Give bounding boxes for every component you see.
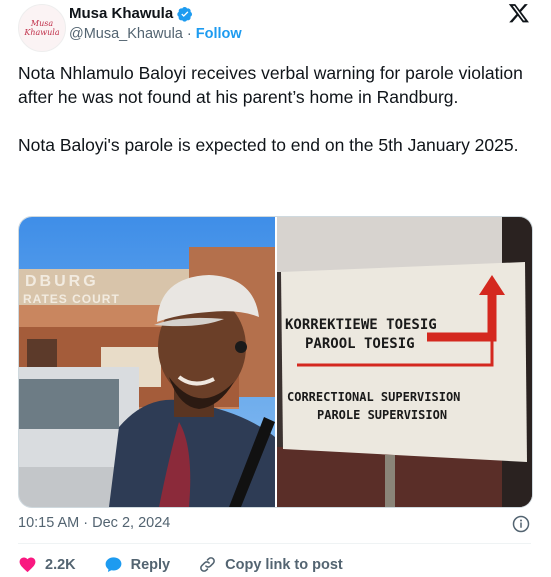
author-handle-row: @Musa_Khawula · Follow (69, 26, 242, 42)
tweet-paragraph-1: Nota Nhlamulo Baloyi receives verbal war… (18, 63, 523, 107)
verified-badge-icon (177, 6, 193, 22)
x-logo-icon[interactable] (508, 2, 530, 24)
sign-line-3: CORRECTIONAL SUPERVISION (287, 390, 460, 404)
reply-icon (105, 557, 122, 573)
link-icon (200, 557, 216, 572)
reply-button[interactable]: Reply (104, 555, 171, 574)
sign-line-4: PAROLE SUPERVISION (317, 408, 447, 422)
court-sign-line-1: DBURG (25, 273, 99, 290)
info-icon[interactable] (512, 515, 530, 533)
post-timestamp[interactable]: 10:15 AM · Dec 2, 2024 (18, 515, 170, 531)
divider (18, 543, 531, 544)
sign-line-1: KORREKTIEWE TOESIG (285, 317, 437, 333)
photo-man-illustration: DBURG RATES COURT (19, 217, 275, 507)
author-handle[interactable]: @Musa_Khawula (69, 26, 183, 42)
photo-man-outside-court[interactable]: DBURG RATES COURT (19, 217, 275, 507)
avatar-logo-text: Musa Khawula (24, 19, 60, 37)
author-name-row: Musa Khawula (69, 5, 193, 22)
copy-link-button[interactable]: Copy link to post (198, 555, 343, 574)
tweet-paragraph-2: Nota Baloyi's parole is expected to end … (18, 135, 519, 155)
handle-separator: · (186, 26, 192, 42)
action-bar: 2.2K Reply Copy link to post (18, 555, 371, 574)
tweet-text: Nota Nhlamulo Baloyi receives verbal war… (18, 61, 528, 181)
follow-button[interactable]: Follow (196, 26, 242, 42)
court-sign-line-2: RATES COURT (23, 292, 120, 306)
heart-icon (19, 557, 36, 573)
like-count: 2.2K (45, 556, 76, 573)
reply-label: Reply (130, 556, 171, 573)
sign-line-2: PAROOL TOESIG (305, 336, 415, 352)
photo-parole-sign[interactable]: KORREKTIEWE TOESIG PAROOL TOESIG CORRECT… (277, 217, 532, 507)
media-gallery[interactable]: DBURG RATES COURT KORREKTIEWE TOESIG PAR… (18, 216, 533, 508)
copy-link-label: Copy link to post (225, 556, 343, 573)
like-button[interactable]: 2.2K (18, 555, 76, 574)
tweet-card: Musa Khawula Musa Khawula @Musa_Khawula … (0, 0, 551, 577)
photo-sign-illustration: KORREKTIEWE TOESIG PAROOL TOESIG CORRECT… (277, 217, 532, 507)
avatar[interactable]: Musa Khawula (18, 4, 66, 52)
author-name[interactable]: Musa Khawula (69, 5, 173, 22)
